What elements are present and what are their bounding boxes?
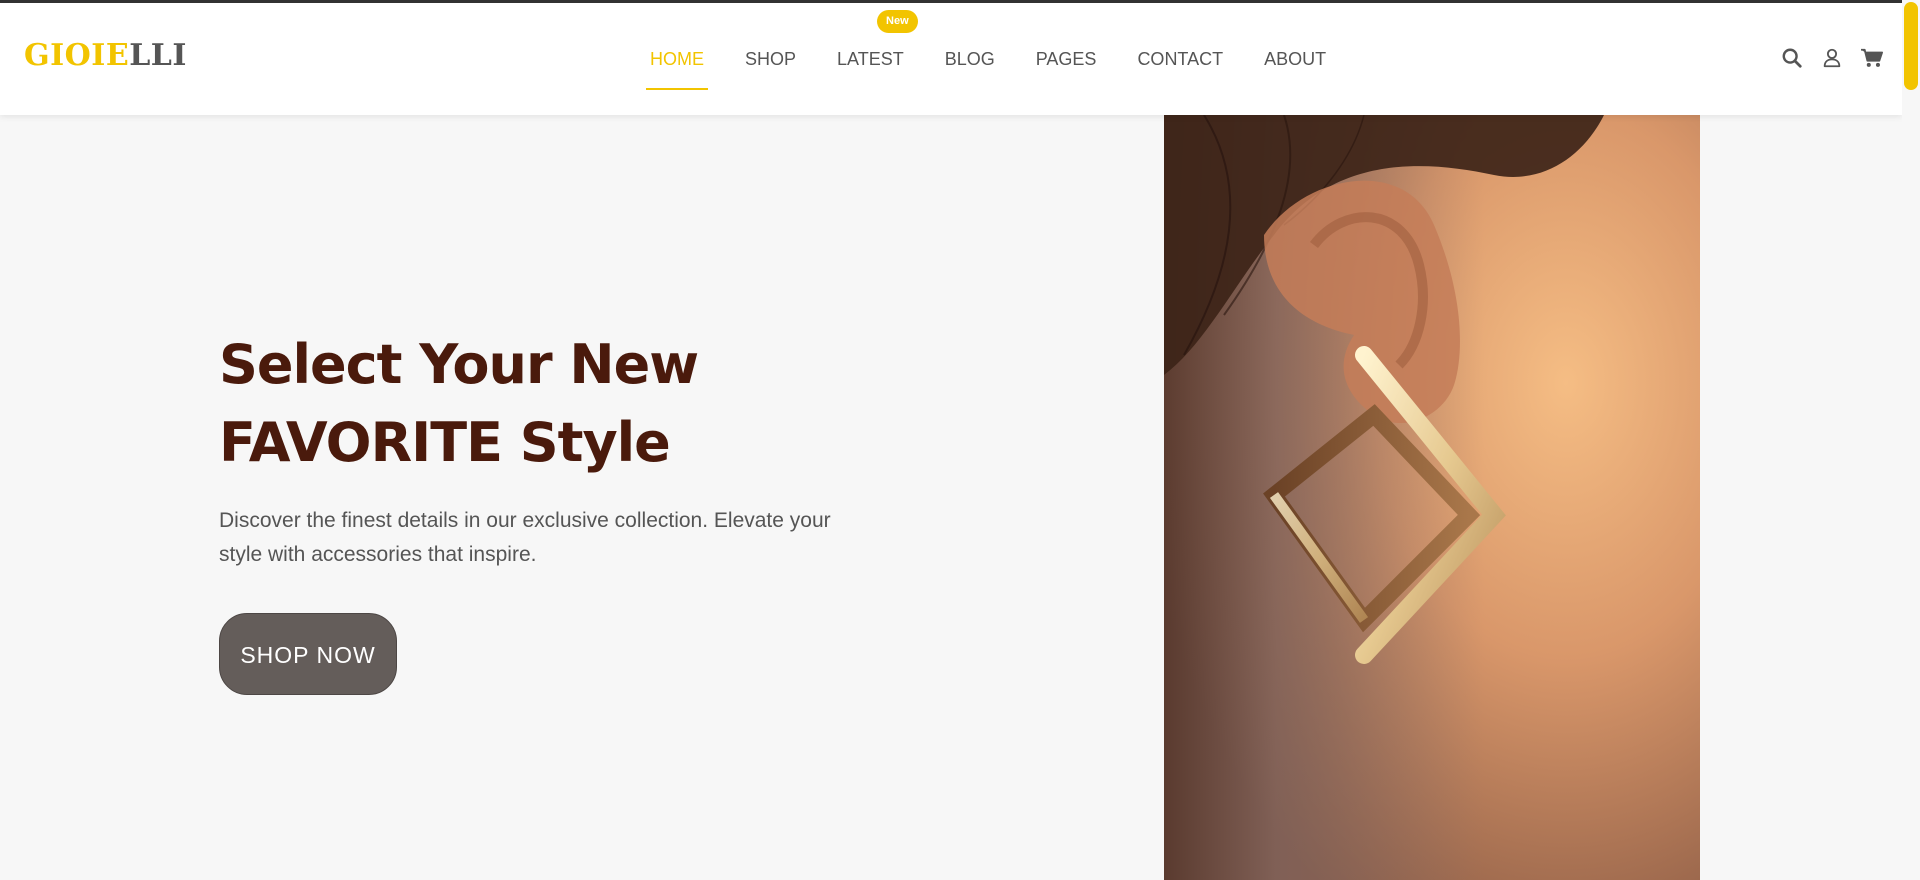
brand-logo[interactable]: GIOIELLI [24, 41, 187, 71]
nav-item-label: SHOP [745, 48, 797, 69]
nav-item-label: CONTACT [1137, 48, 1224, 69]
brand-logo-part1: GIOIE [24, 38, 130, 73]
nav-item-home[interactable]: HOME [646, 3, 708, 115]
user-icon[interactable] [1820, 46, 1844, 70]
hero-title-line1: Select Your New [219, 333, 699, 396]
nav-item-contact[interactable]: CONTACT [1137, 3, 1223, 115]
hero-subtitle-line1: Discover the finest details in our exclu… [219, 509, 831, 532]
search-icon[interactable] [1780, 46, 1804, 70]
site-header: GIOIELLI HOME SHOP LATEST New BLOG PAGES… [0, 3, 1902, 115]
nav-item-blog[interactable]: BLOG [945, 3, 995, 115]
hero-title-line2: FAVORITE Style [219, 411, 671, 474]
main-nav: HOME SHOP LATEST New BLOG PAGES CONTACT … [646, 3, 1367, 115]
header-actions [1780, 46, 1884, 70]
brand-logo-part2: LLI [129, 38, 187, 73]
shop-now-button[interactable]: SHOP NOW [219, 613, 397, 695]
nav-item-pages[interactable]: PAGES [1036, 3, 1097, 115]
cart-icon[interactable] [1860, 46, 1884, 70]
hero-subtitle-line2: style with accessories that inspire. [219, 543, 537, 566]
nav-item-shop[interactable]: SHOP [745, 3, 796, 115]
nav-item-label: LATEST [837, 48, 904, 69]
nav-item-label: BLOG [944, 48, 995, 69]
hero-earring-image [1164, 115, 1700, 880]
new-badge: New [877, 10, 918, 33]
nav-item-latest[interactable]: LATEST New [837, 3, 918, 115]
nav-item-label: PAGES [1035, 48, 1097, 69]
nav-item-label: HOME [650, 48, 704, 69]
hero-section: Select Your New FAVORITE Style Discover … [219, 326, 869, 695]
nav-item-about[interactable]: ABOUT [1264, 3, 1326, 115]
nav-item-label: ABOUT [1264, 48, 1327, 69]
page-scrollbar[interactable] [1902, 0, 1920, 880]
scrollbar-thumb[interactable] [1904, 2, 1918, 90]
hero-title: Select Your New FAVORITE Style [219, 326, 869, 482]
hero-subtitle: Discover the finest details in our exclu… [219, 504, 859, 572]
